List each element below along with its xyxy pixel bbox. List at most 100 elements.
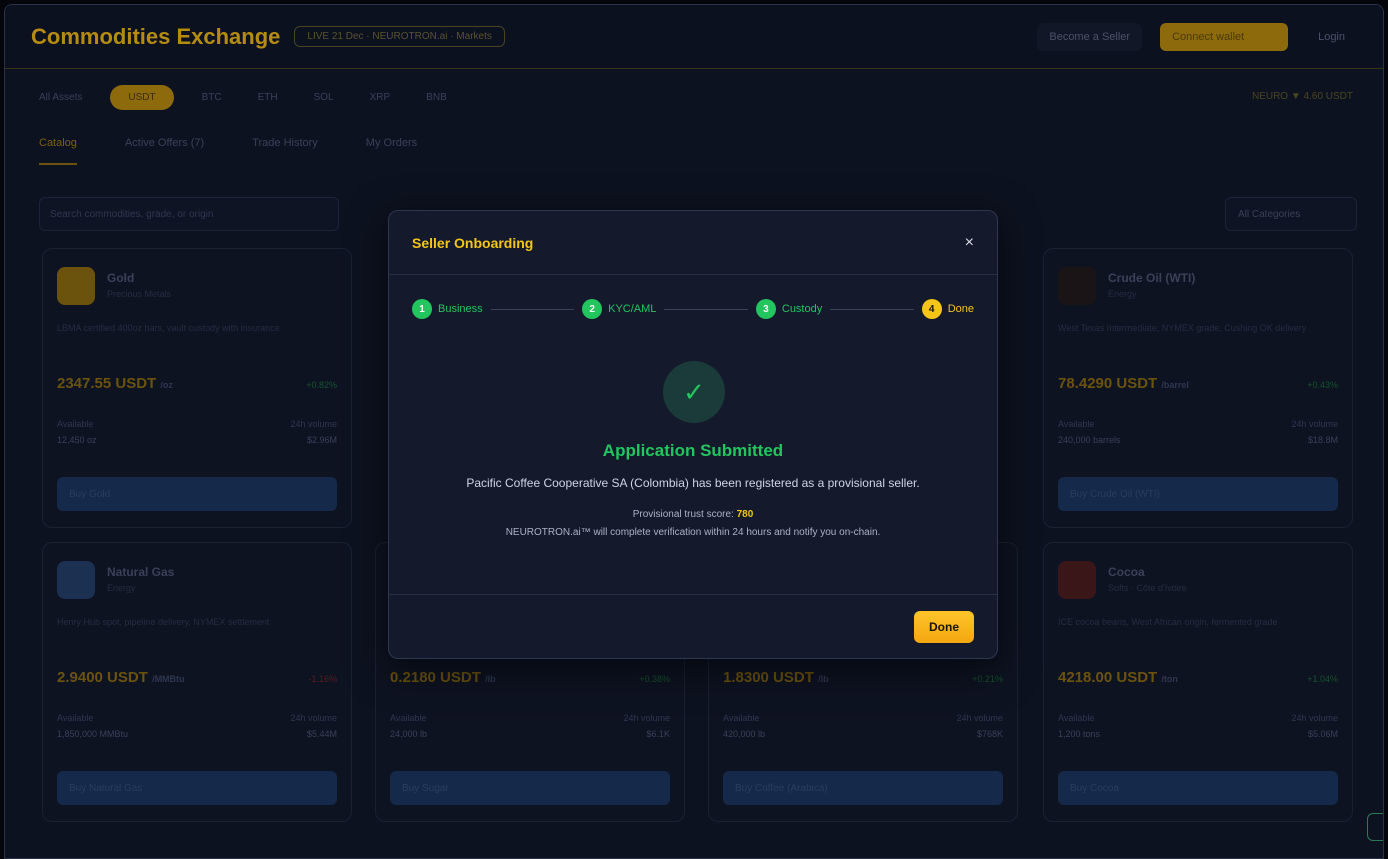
filter-chip-active[interactable]: USDT — [110, 85, 174, 110]
commodity-category: Precious Metals — [107, 289, 172, 299]
meta-values: 24,000 lb $6.1K — [390, 729, 670, 739]
step-number: 2 — [582, 299, 603, 319]
success-message: Pacific Coffee Cooperative SA (Colombia)… — [466, 476, 920, 490]
step-label: Done — [947, 303, 974, 315]
price-change: +0.21% — [972, 674, 1003, 684]
available-label: Available — [390, 713, 427, 723]
price-change: -1.16% — [308, 674, 337, 684]
search-input[interactable]: Search commodities, grade, or origin — [39, 197, 339, 231]
commodity-name: Crude Oil (WTI) — [1108, 271, 1196, 285]
volume-label: 24h volume — [1291, 419, 1338, 429]
filter-chip[interactable]: BTC — [194, 86, 230, 109]
step-connector — [830, 308, 914, 310]
brand-title: Commodities Exchange — [31, 23, 281, 49]
app-window: Commodities Exchange LIVE 21 Dec · NEURO… — [4, 4, 1384, 859]
verification-note: NEUROTRON.ai™ will complete verification… — [505, 527, 881, 538]
available-label: Available — [1058, 419, 1095, 429]
filter-chip[interactable]: SOL — [306, 86, 342, 109]
tab-active-offers[interactable]: Active Offers (7) — [125, 137, 204, 165]
price-value: 78.4290 USDT — [1058, 375, 1158, 392]
buy-button[interactable]: Buy Coffee (Arabica) — [723, 771, 1003, 805]
meta-labels: Available 24h volume — [390, 713, 670, 723]
volume-label: 24h volume — [290, 419, 337, 429]
modal-title: Seller Onboarding — [412, 234, 534, 251]
volume-value: $6.1K — [646, 729, 670, 739]
done-button[interactable]: Done — [914, 611, 974, 643]
price-value: 4218.00 USDT — [1058, 669, 1158, 686]
modal-footer: Done — [389, 594, 997, 658]
volume-value: $5.44M — [306, 729, 337, 739]
commodity-icon — [1058, 561, 1096, 599]
step-label: KYC/AML — [608, 303, 657, 315]
success-heading: Application Submitted — [602, 441, 784, 460]
volume-value: $2.96M — [306, 435, 337, 445]
buy-button[interactable]: Buy Crude Oil (WTI) — [1058, 477, 1338, 511]
modal-header: Seller Onboarding × — [389, 211, 997, 275]
commodity-category: Energy — [107, 583, 136, 593]
main-tabs: Catalog Active Offers (7) Trade History … — [39, 137, 417, 165]
asset-filter-row: All Assets USDT BTC ETH SOL XRP BNB — [31, 85, 455, 110]
available-value: 1,200 tons — [1058, 729, 1101, 739]
filter-chip[interactable]: BNB — [418, 86, 455, 109]
price-value: 1.8300 USDT — [723, 669, 814, 686]
volume-label: 24h volume — [290, 713, 337, 723]
commodity-price: 2.9400 USDT /MMBtu — [57, 669, 185, 686]
commodity-price: 0.2180 USDT /lb — [390, 669, 496, 686]
available-value: 240,000 barrels — [1058, 435, 1121, 445]
tab-trade-history[interactable]: Trade History — [252, 137, 318, 165]
volume-value: $18.8M — [1307, 435, 1338, 445]
close-icon[interactable]: × — [965, 234, 974, 252]
filter-chip[interactable]: All Assets — [31, 86, 90, 109]
floating-widget-button[interactable] — [1367, 813, 1383, 841]
buy-button[interactable]: Buy Sugar — [390, 771, 670, 805]
volume-label: 24h volume — [1291, 713, 1338, 723]
available-label: Available — [57, 419, 94, 429]
category-select[interactable]: All Categories — [1225, 197, 1357, 231]
commodity-price: 1.8300 USDT /lb — [723, 669, 829, 686]
step-business: 1 Business — [412, 299, 483, 319]
token-price-ticker: NEURO ▼ 4.60 USDT — [1251, 91, 1353, 102]
price-unit: /lb — [485, 674, 496, 684]
trust-score-line: Provisional trust score: 780 — [389, 509, 997, 520]
filter-chip[interactable]: ETH — [250, 86, 286, 109]
price-unit: /oz — [160, 380, 173, 390]
commodity-card: Gold Precious Metals LBMA certified 400oz … — [42, 248, 352, 528]
step-connector — [490, 308, 575, 310]
available-value: 12,450 oz — [57, 435, 97, 445]
step-label: Custody — [781, 303, 823, 315]
volume-label: 24h volume — [956, 713, 1003, 723]
filter-chip[interactable]: XRP — [362, 86, 399, 109]
onboarding-stepper: 1 Business 2 KYC/AML 3 Custody 4 Done — [412, 299, 974, 319]
buy-button[interactable]: Buy Cocoa — [1058, 771, 1338, 805]
meta-values: 12,450 oz $2.96M — [57, 435, 337, 445]
meta-labels: Available 24h volume — [57, 713, 337, 723]
checkmark-icon: ✓ — [663, 361, 725, 423]
step-number: 1 — [412, 299, 432, 319]
commodity-category: Energy — [1108, 289, 1137, 299]
meta-labels: Available 24h volume — [723, 713, 1003, 723]
price-value: 2347.55 USDT — [57, 375, 157, 392]
become-seller-button[interactable]: Become a Seller — [1037, 22, 1143, 51]
buy-button[interactable]: Buy Natural Gas — [57, 771, 337, 805]
buy-button[interactable]: Buy Gold — [57, 477, 337, 511]
commodity-description: ICE cocoa beans, West African origin, fe… — [1058, 617, 1278, 627]
meta-values: 1,850,000 MMBtu $5.44M — [57, 729, 337, 739]
price-unit: /barrel — [1161, 380, 1189, 390]
meta-labels: Available 24h volume — [1058, 713, 1338, 723]
meta-values: 420,000 lb $768K — [723, 729, 1003, 739]
available-value: 24,000 lb — [390, 729, 428, 739]
volume-value: $5.06M — [1307, 729, 1338, 739]
connect-wallet-button[interactable]: Connect wallet — [1160, 22, 1289, 51]
meta-values: 1,200 tons $5.06M — [1058, 729, 1338, 739]
available-label: Available — [723, 713, 760, 723]
commodity-name: Natural Gas — [107, 565, 175, 579]
tab-my-orders[interactable]: My Orders — [366, 137, 417, 165]
price-change: +1.04% — [1307, 674, 1338, 684]
step-number: 4 — [921, 299, 942, 319]
meta-labels: Available 24h volume — [1058, 419, 1338, 429]
login-button[interactable]: Login — [1306, 23, 1357, 51]
tab-catalog[interactable]: Catalog — [39, 137, 77, 165]
live-status-pill: LIVE 21 Dec · NEUROTRON.ai · Markets — [294, 26, 505, 47]
commodity-name: Gold — [107, 271, 135, 285]
step-label: Business — [438, 303, 483, 315]
